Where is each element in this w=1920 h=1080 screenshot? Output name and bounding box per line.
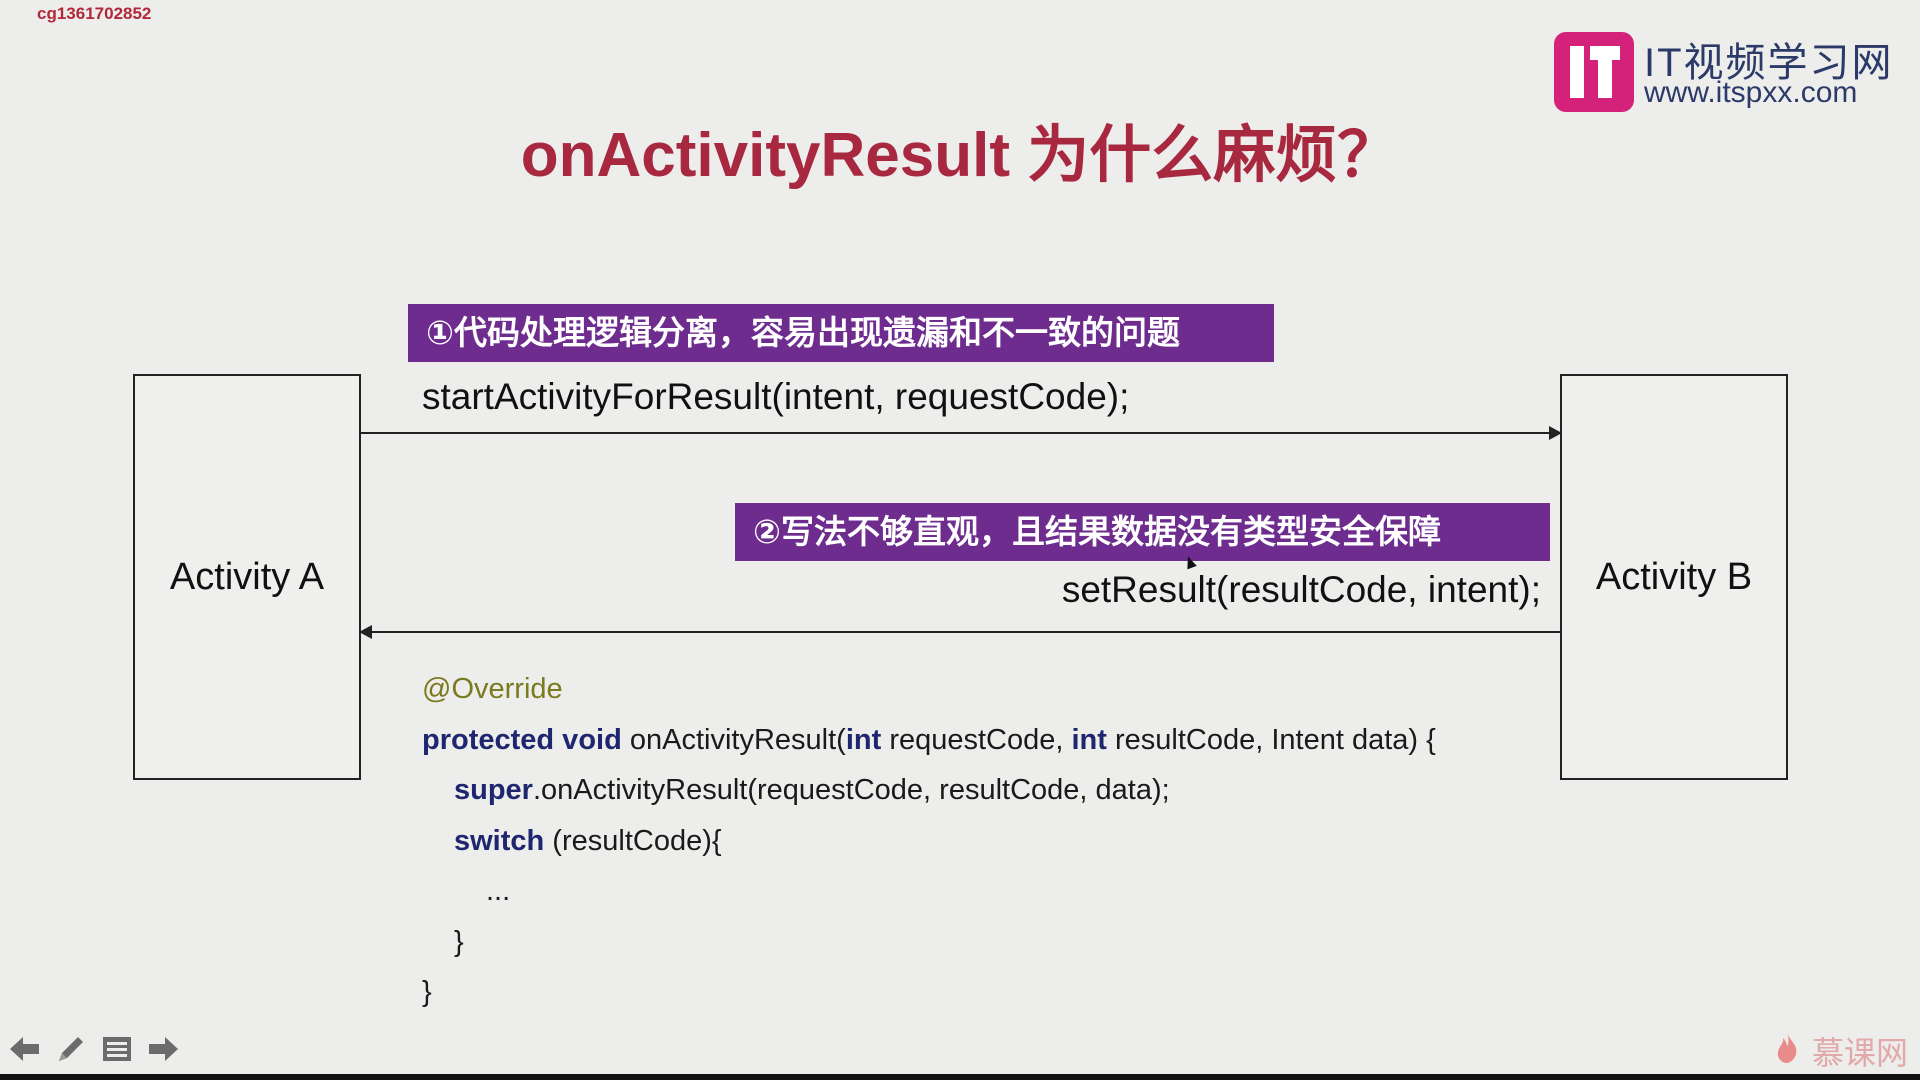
site-logo: IT视频学习网 www.itspxx.com — [1554, 30, 1900, 114]
menu-icon[interactable] — [100, 1032, 134, 1066]
user-id-label: cg1361702852 — [37, 4, 152, 23]
code-ellipsis: ... — [486, 875, 511, 907]
code-method-signature: protected void onActivityResult(int requ… — [422, 723, 1436, 756]
slide-canvas: cg1361702852 IT视频学习网 www.itspxx.com onAc… — [0, 0, 1920, 1076]
code-super-call: super.onActivityResult(requestCode, resu… — [454, 774, 1170, 806]
code-close-switch: } — [454, 925, 464, 958]
code-block: @Override protected void onActivityResul… — [422, 664, 1436, 1018]
start-activity-call: startActivityForResult(intent, requestCo… — [422, 376, 1130, 417]
activity-b-label: Activity B — [1595, 555, 1753, 598]
code-annotation: @Override — [422, 673, 563, 705]
it-logo-icon — [1554, 32, 1634, 112]
return-arrow — [359, 625, 1560, 639]
code-switch: switch (resultCode){ — [454, 824, 722, 857]
arrow-right-icon[interactable] — [146, 1032, 180, 1066]
slide-title: onActivityResult 为什么麻烦？ — [520, 121, 1400, 190]
set-result-call: setResult(resultCode, intent); — [1061, 569, 1541, 610]
callout-point-2: ②写法不够直观，且结果数据没有类型安全保障 — [735, 503, 1550, 561]
pen-icon[interactable] — [54, 1032, 88, 1066]
activity-a-label: Activity A — [169, 555, 325, 598]
video-bottom-bar — [0, 1074, 1920, 1080]
activity-b-box: Activity B — [1560, 374, 1788, 780]
code-close-method: } — [422, 976, 432, 1008]
activity-a-box: Activity A — [133, 374, 361, 780]
slide-controls — [8, 1032, 180, 1066]
callout-point-1: ①代码处理逻辑分离，容易出现遗漏和不一致的问题 — [408, 304, 1274, 362]
watermark: 慕课网 — [1775, 1028, 1908, 1074]
forward-arrow — [361, 426, 1562, 440]
arrow-left-icon[interactable] — [8, 1032, 42, 1066]
watermark-text: 慕课网 — [1811, 1035, 1908, 1071]
flame-icon — [1775, 1033, 1808, 1071]
